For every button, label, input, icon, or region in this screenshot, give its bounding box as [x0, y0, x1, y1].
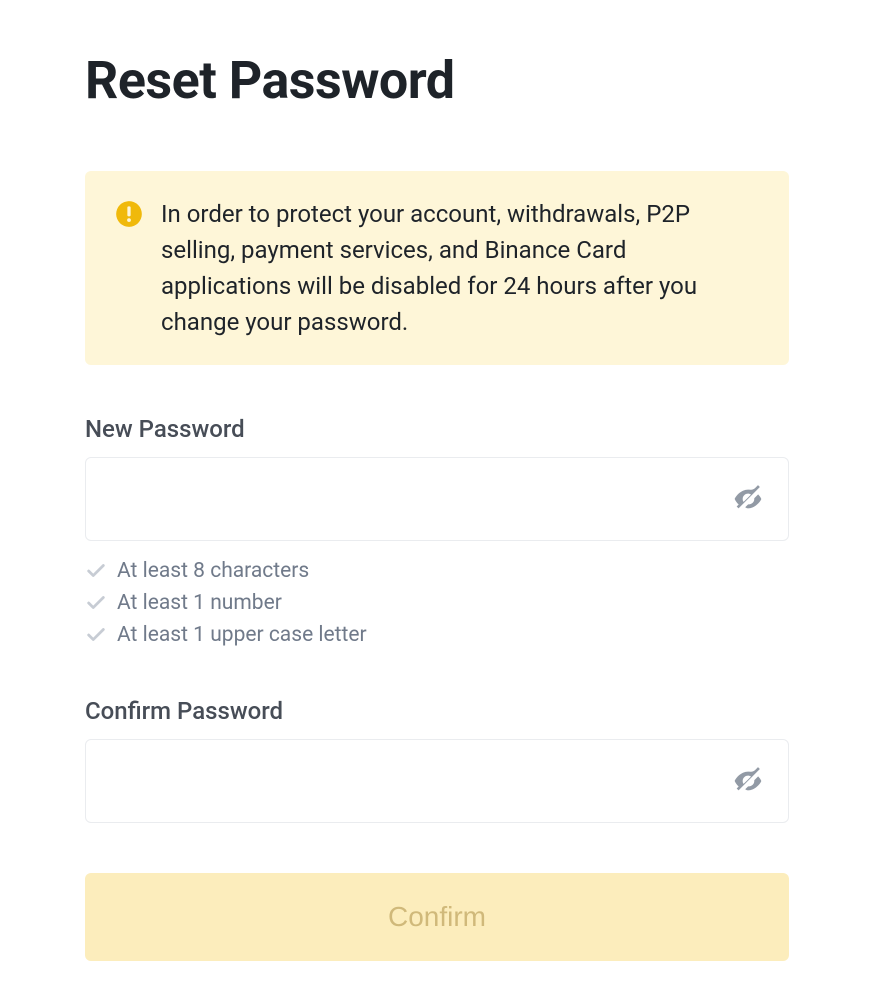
confirm-password-input-wrapper — [85, 739, 789, 823]
new-password-input-wrapper — [85, 457, 789, 541]
warning-text: In order to protect your account, withdr… — [161, 196, 759, 340]
check-icon — [85, 624, 107, 646]
confirm-password-label: Confirm Password — [85, 697, 789, 725]
password-requirements: At least 8 characters At least 1 number … — [85, 559, 789, 647]
confirm-password-input[interactable] — [110, 740, 732, 822]
eye-off-icon[interactable] — [732, 765, 764, 797]
requirement-text: At least 1 number — [117, 591, 282, 615]
requirement-text: At least 1 upper case letter — [117, 623, 367, 647]
check-icon — [85, 560, 107, 582]
confirm-button[interactable]: Confirm — [85, 873, 789, 961]
new-password-input[interactable] — [110, 458, 732, 540]
requirement-item: At least 8 characters — [85, 559, 789, 583]
warning-banner: In order to protect your account, withdr… — [85, 171, 789, 365]
requirement-item: At least 1 upper case letter — [85, 623, 789, 647]
warning-icon — [115, 200, 143, 228]
check-icon — [85, 592, 107, 614]
requirement-text: At least 8 characters — [117, 559, 309, 583]
page-title: Reset Password — [85, 50, 789, 111]
new-password-field: New Password At least 8 characters — [85, 415, 789, 647]
confirm-password-field: Confirm Password — [85, 697, 789, 823]
new-password-label: New Password — [85, 415, 789, 443]
eye-off-icon[interactable] — [732, 483, 764, 515]
requirement-item: At least 1 number — [85, 591, 789, 615]
